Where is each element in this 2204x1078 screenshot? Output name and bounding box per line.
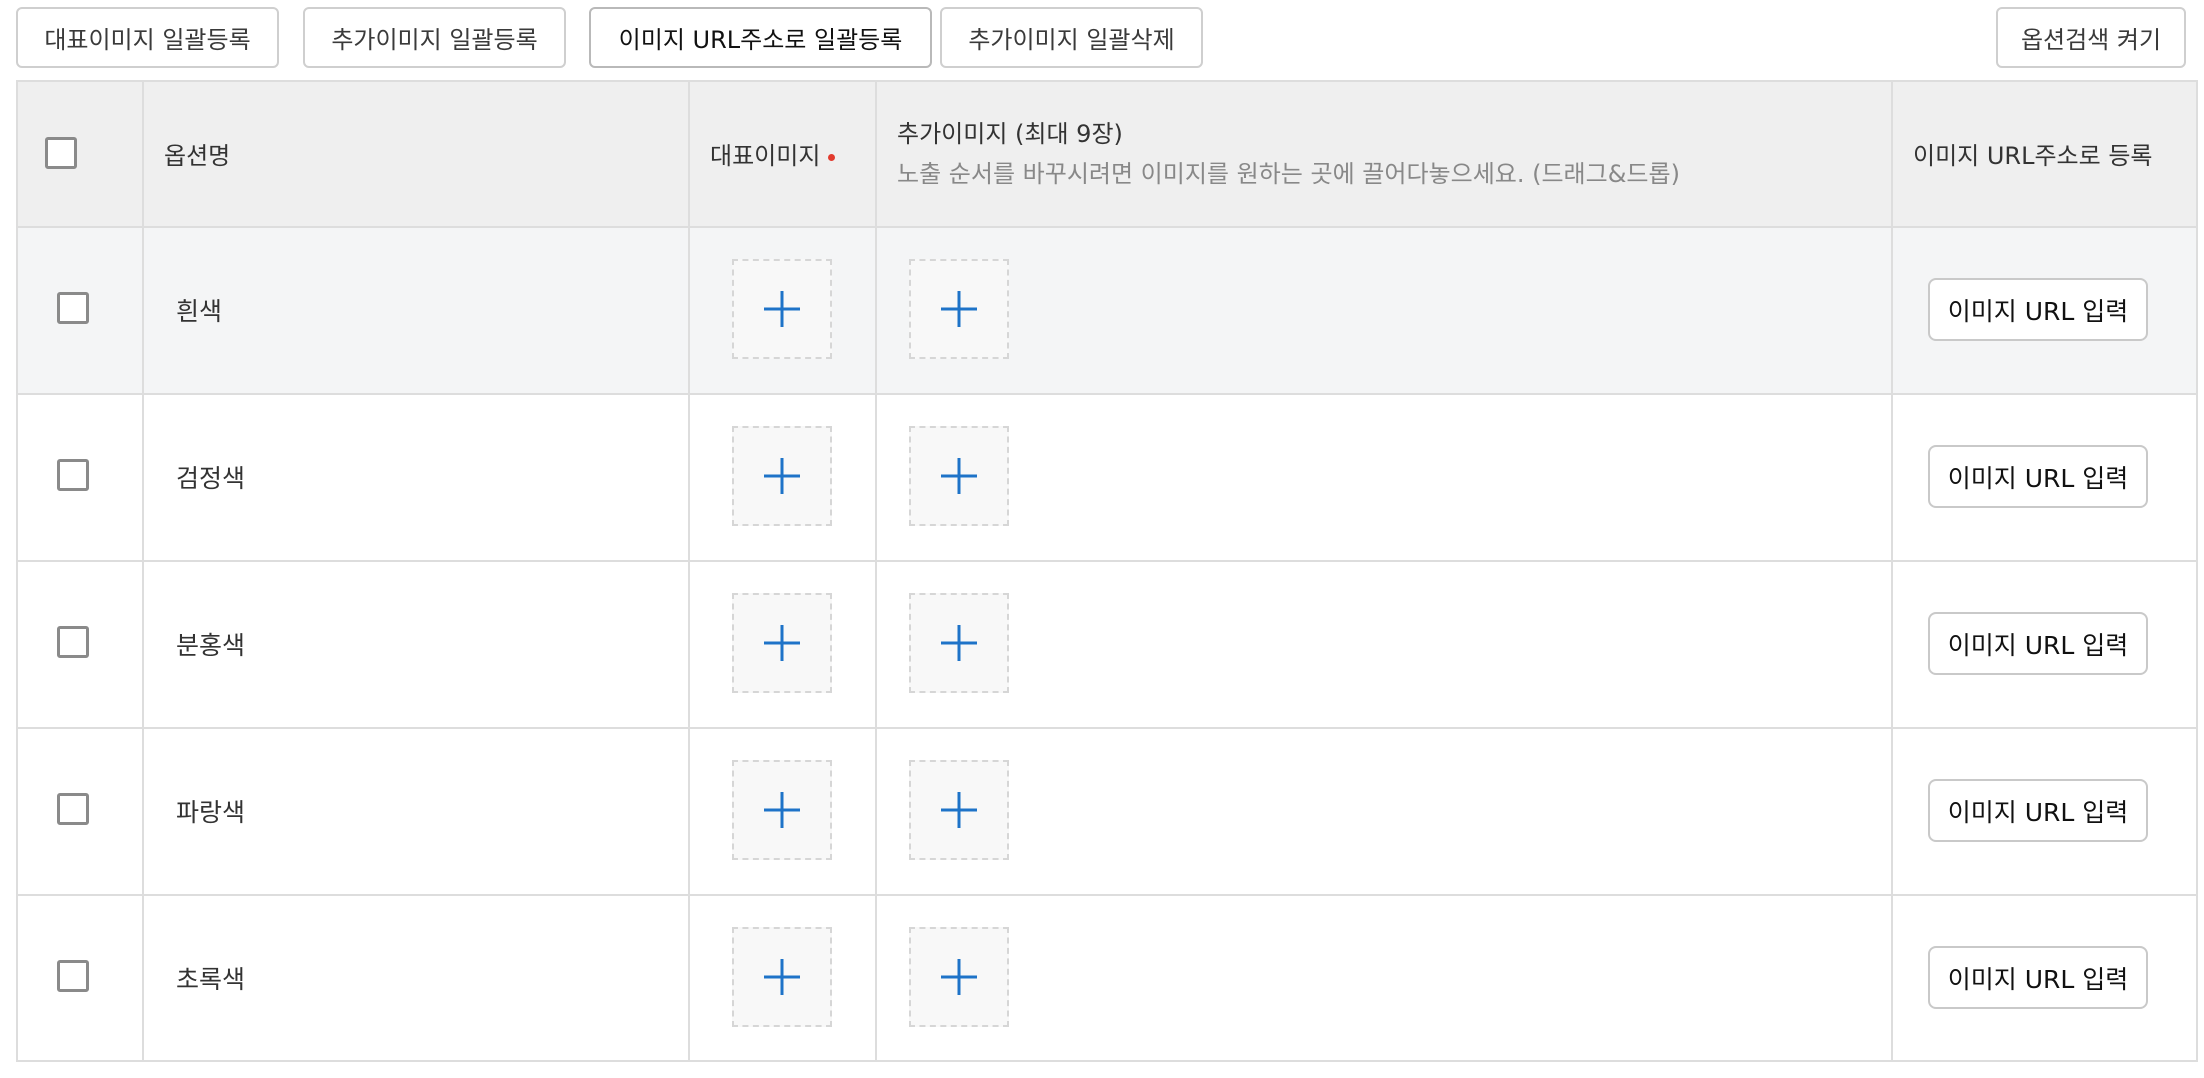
required-dot-icon	[828, 153, 836, 161]
option-image-table: 옵션명 대표이미지 추가이미지 (최대 9장) 노출 순서를 바꾸시려면 이미지…	[16, 80, 2198, 1062]
extra-image-upload[interactable]	[909, 426, 1009, 526]
extra-image-upload[interactable]	[909, 760, 1009, 860]
divider	[16, 393, 2198, 395]
extra-image-upload[interactable]	[909, 259, 1009, 359]
plus-icon	[764, 625, 800, 661]
row-checkbox[interactable]	[57, 626, 89, 658]
option-name: 흰색	[176, 297, 223, 326]
table-row	[16, 227, 2198, 394]
plus-icon	[941, 458, 977, 494]
option-name: 분홍색	[176, 631, 246, 660]
header-extra-image: 추가이미지 (최대 9장)	[897, 120, 1123, 148]
divider	[16, 80, 18, 1062]
row-checkbox[interactable]	[57, 292, 89, 324]
bulk-extra-image-button[interactable]: 추가이미지 일괄등록	[303, 7, 566, 68]
bulk-url-register-button[interactable]: 이미지 URL주소로 일괄등록	[589, 7, 932, 68]
divider	[16, 80, 2198, 82]
plus-icon	[941, 291, 977, 327]
plus-icon	[941, 625, 977, 661]
divider	[16, 560, 2198, 562]
header-extra-image-hint: 노출 순서를 바꾸시려면 이미지를 원하는 곳에 끌어다놓으세요. (드래그&드…	[897, 160, 1680, 188]
plus-icon	[764, 458, 800, 494]
option-name: 검정색	[176, 464, 246, 493]
image-url-input-button[interactable]: 이미지 URL 입력	[1928, 278, 2148, 341]
image-url-input-button[interactable]: 이미지 URL 입력	[1928, 946, 2148, 1009]
select-all-checkbox[interactable]	[45, 137, 77, 169]
option-search-toggle-button[interactable]: 옵션검색 켜기	[1996, 7, 2186, 68]
divider	[2196, 80, 2198, 1062]
plus-icon	[941, 792, 977, 828]
image-url-input-button[interactable]: 이미지 URL 입력	[1928, 779, 2148, 842]
divider	[16, 727, 2198, 729]
header-option-name: 옵션명	[164, 142, 231, 170]
row-checkbox[interactable]	[57, 459, 89, 491]
plus-icon	[941, 959, 977, 995]
main-image-upload[interactable]	[732, 593, 832, 693]
divider	[688, 80, 690, 1062]
option-name: 파랑색	[176, 798, 246, 827]
divider	[1891, 80, 1893, 1062]
image-url-input-button[interactable]: 이미지 URL 입력	[1928, 445, 2148, 508]
header-url-register: 이미지 URL주소로 등록	[1913, 142, 2153, 170]
bulk-delete-extra-image-button[interactable]: 추가이미지 일괄삭제	[940, 7, 1203, 68]
main-image-upload[interactable]	[732, 426, 832, 526]
divider	[16, 226, 2198, 228]
extra-image-upload[interactable]	[909, 593, 1009, 693]
divider	[16, 1060, 2198, 1062]
row-checkbox[interactable]	[57, 960, 89, 992]
divider	[875, 80, 877, 1062]
divider	[142, 80, 144, 1062]
plus-icon	[764, 959, 800, 995]
main-image-upload[interactable]	[732, 259, 832, 359]
plus-icon	[764, 792, 800, 828]
option-name: 초록색	[176, 965, 246, 994]
header-main-image-label: 대표이미지	[710, 142, 821, 170]
header-main-image: 대표이미지	[710, 136, 836, 171]
main-image-upload[interactable]	[732, 760, 832, 860]
extra-image-upload[interactable]	[909, 927, 1009, 1027]
main-image-upload[interactable]	[732, 927, 832, 1027]
plus-icon	[764, 291, 800, 327]
image-url-input-button[interactable]: 이미지 URL 입력	[1928, 612, 2148, 675]
toolbar: 대표이미지 일괄등록 추가이미지 일괄등록 이미지 URL주소로 일괄등록 추가…	[0, 0, 2204, 80]
divider	[16, 894, 2198, 896]
row-checkbox[interactable]	[57, 793, 89, 825]
bulk-main-image-button[interactable]: 대표이미지 일괄등록	[16, 7, 279, 68]
